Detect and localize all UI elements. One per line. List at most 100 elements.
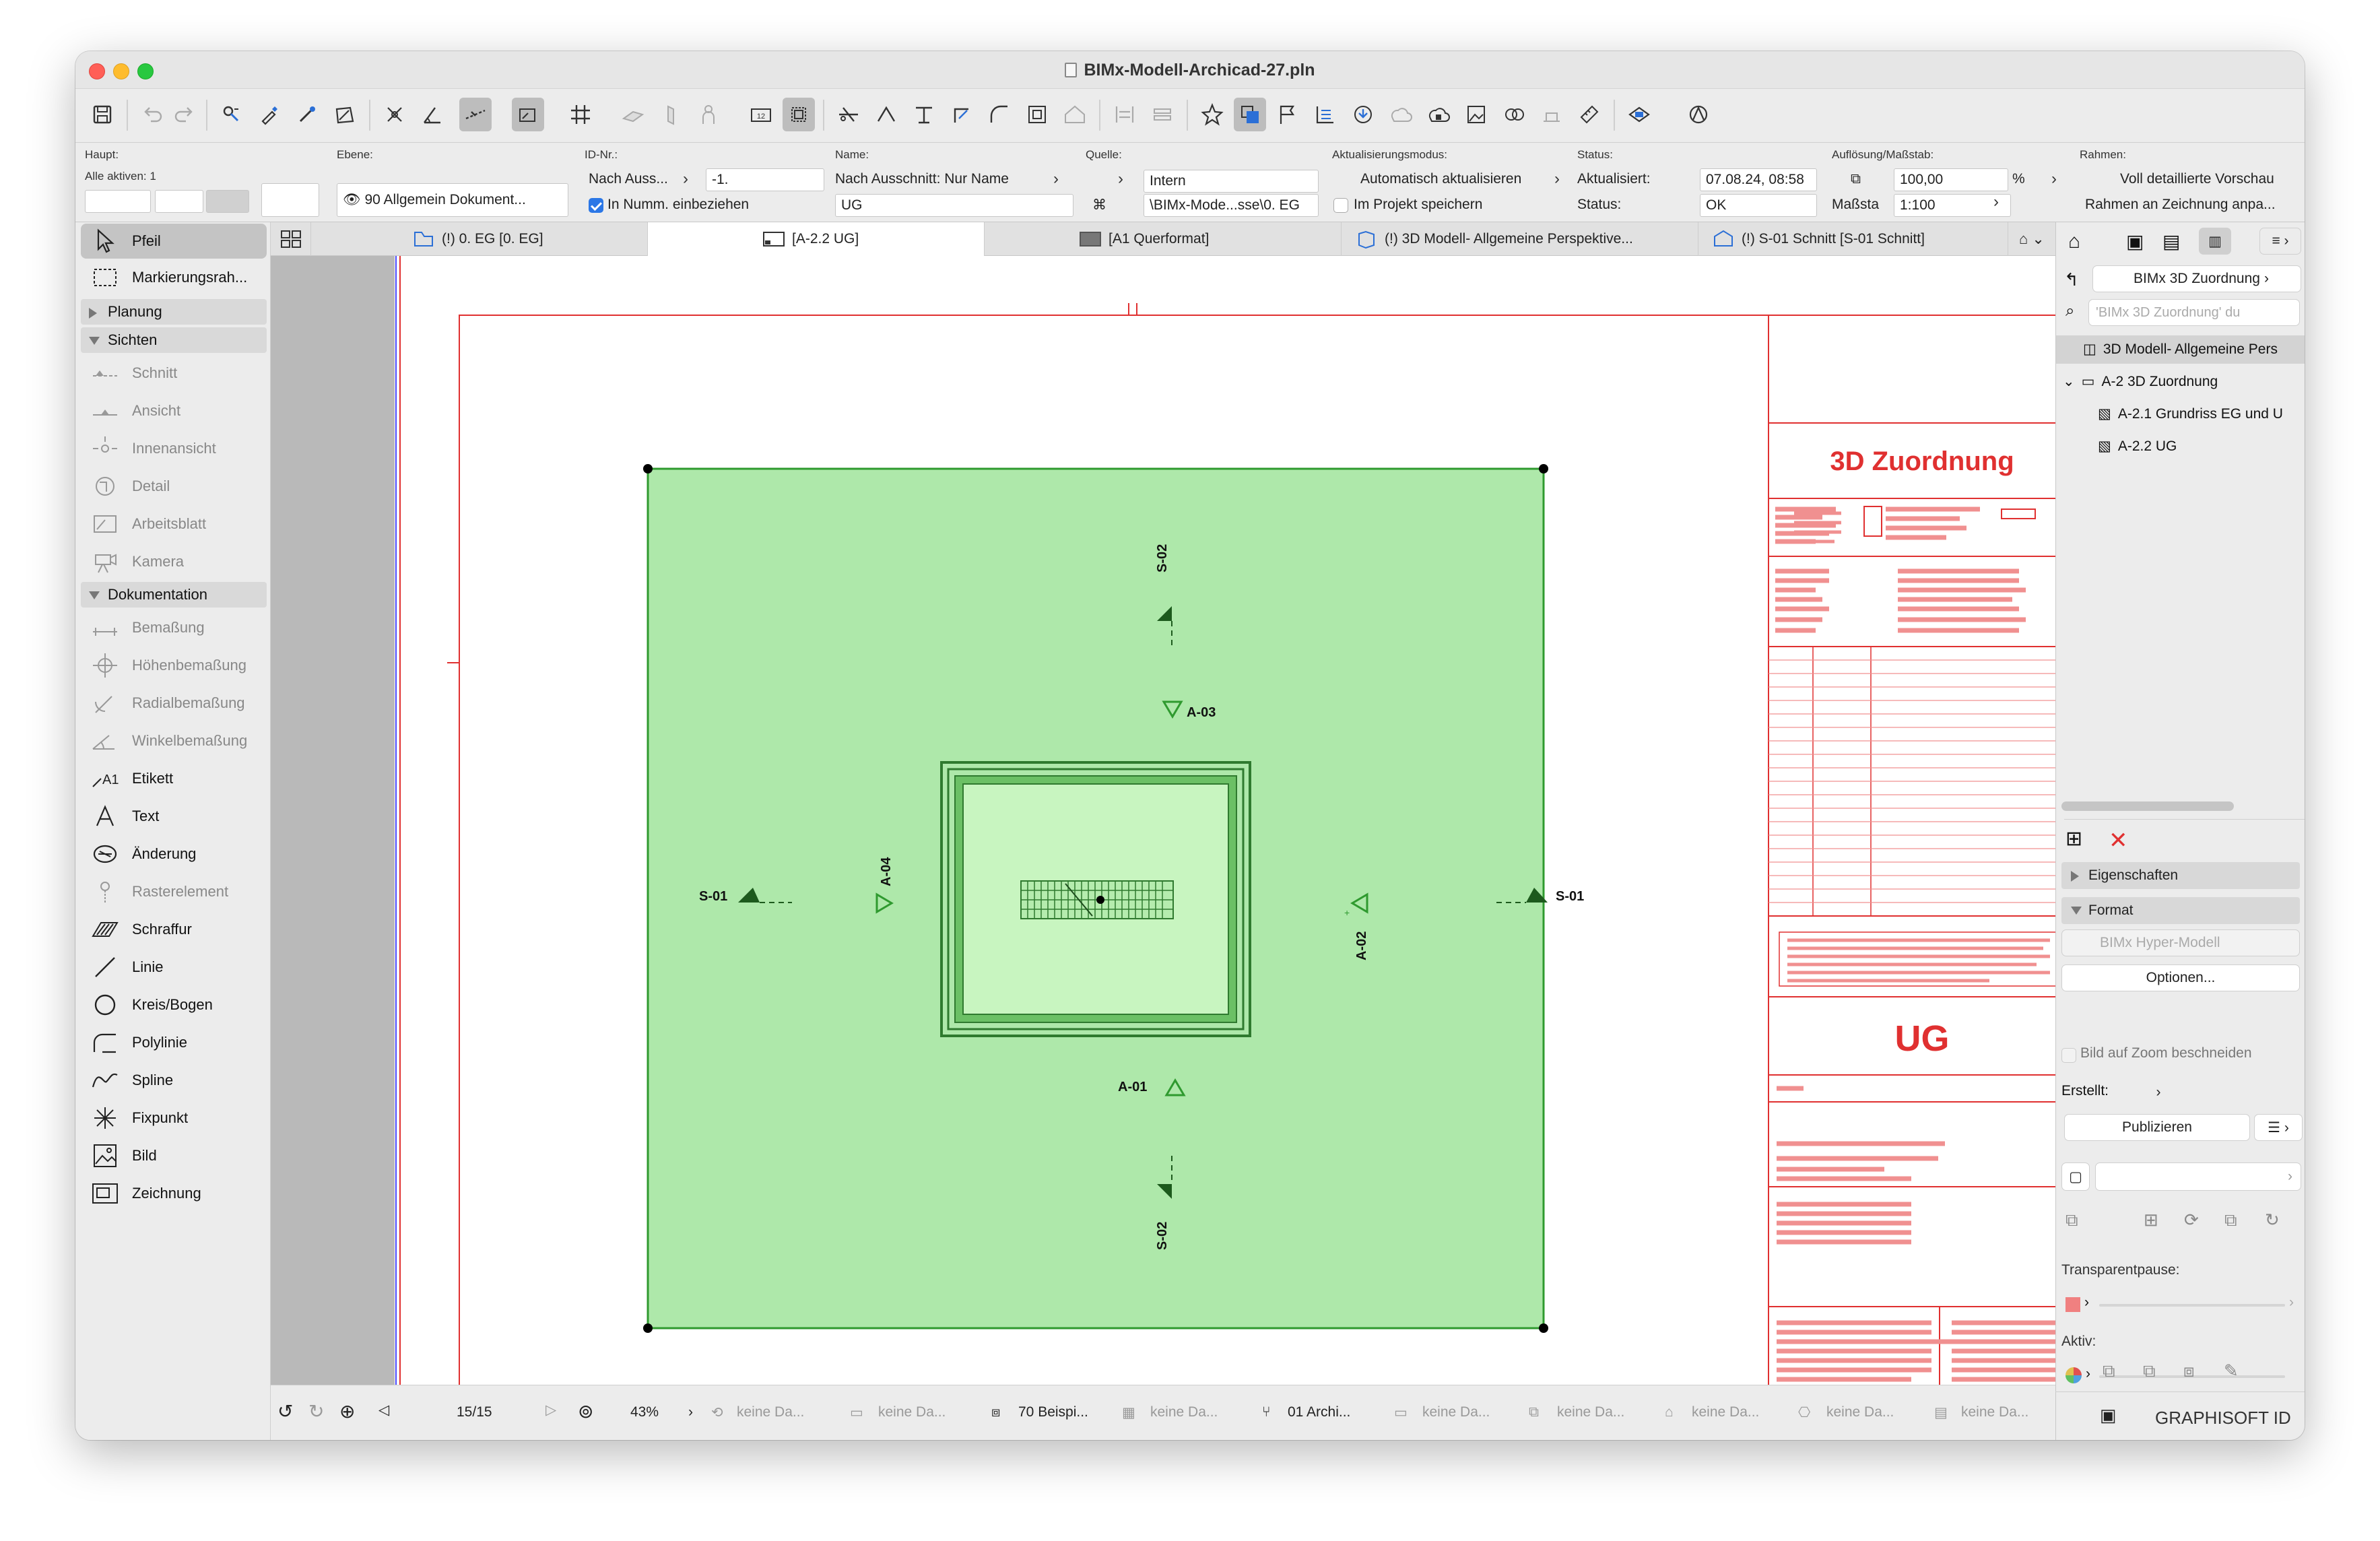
find-select-icon[interactable] bbox=[216, 98, 248, 131]
layer-combination-icon[interactable] bbox=[1234, 98, 1266, 131]
layout-settings-icon[interactable]: ▢ bbox=[2061, 1162, 2090, 1191]
trim-icon[interactable] bbox=[832, 98, 865, 131]
marquee-mode-button[interactable] bbox=[155, 190, 203, 213]
publisher-set-dropdown[interactable]: BIMx 3D Zuordnung › bbox=[2092, 265, 2301, 292]
structure-value[interactable]: keine Da... bbox=[1826, 1404, 1894, 1420]
tool-polylinie[interactable]: Polylinie bbox=[81, 1025, 267, 1060]
copy-icon[interactable]: ⧉ bbox=[2143, 1360, 2156, 1382]
transparency-slider[interactable] bbox=[2099, 1304, 2285, 1307]
transparent-color-swatch[interactable] bbox=[2065, 1297, 2080, 1312]
redo-zoom-icon[interactable]: ↻ bbox=[308, 1400, 324, 1422]
in-numm-checkbox[interactable] bbox=[589, 198, 603, 213]
tab-overview-icon[interactable] bbox=[271, 222, 311, 256]
chevron-right-icon[interactable]: › bbox=[2149, 1079, 2168, 1106]
collaborate-icon[interactable] bbox=[1535, 98, 1568, 131]
tool-ansicht[interactable]: Ansicht bbox=[81, 393, 267, 428]
publizieren-button[interactable]: Publizieren bbox=[2064, 1114, 2250, 1141]
rahmen-anpassen-dropdown[interactable]: Rahmen an Zeichnung anpa... bbox=[2085, 197, 2276, 213]
tab-list-dropdown[interactable]: ⌂ ⌄ bbox=[2008, 222, 2055, 256]
layer-field[interactable]: 👁 90 Allgemein Dokument... bbox=[337, 183, 568, 217]
tree-item-a-2[interactable]: ⌄ ▭ A-2 3D Zuordnung bbox=[2063, 373, 2218, 390]
tool-arbeitsblatt[interactable]: Arbeitsblatt bbox=[81, 506, 267, 542]
graphisoft-id-label[interactable]: GRAPHISOFT ID bbox=[2155, 1408, 2291, 1429]
tool-text[interactable]: Text bbox=[81, 799, 267, 834]
adjust-icon[interactable] bbox=[908, 98, 940, 131]
save-icon[interactable] bbox=[86, 98, 119, 131]
id-mode-dropdown[interactable]: Nach Auss... bbox=[589, 171, 668, 187]
override-value[interactable]: keine Da... bbox=[1557, 1404, 1624, 1420]
schedule-icon[interactable] bbox=[1309, 98, 1342, 131]
dimension-12-icon[interactable]: 12 bbox=[745, 98, 777, 131]
tool-hoehenbemassung[interactable]: Höhenbemaßung bbox=[81, 648, 267, 683]
rotate-mode-button[interactable] bbox=[206, 190, 249, 213]
tab-s-01-schnitt[interactable]: (!) S-01 Schnitt [S-01 Schnitt] bbox=[1698, 222, 2008, 256]
navigator-back-icon[interactable]: ↰ bbox=[2064, 269, 2079, 290]
tool-aenderung[interactable]: Änderung bbox=[81, 837, 267, 872]
edit-icon[interactable]: ✎ bbox=[2224, 1360, 2239, 1381]
name-mode-dropdown[interactable]: Nach Ausschnitt: Nur Name bbox=[835, 171, 1009, 187]
tool-zeichnung[interactable]: Zeichnung bbox=[81, 1176, 267, 1211]
tool-pfeil[interactable]: Pfeil bbox=[81, 224, 267, 259]
eyedropper-icon[interactable] bbox=[253, 98, 286, 131]
tab-a-2-2-ug[interactable]: [A-2.2 UG] bbox=[648, 222, 985, 256]
tool-innenansicht[interactable]: Innenansicht bbox=[81, 431, 267, 466]
layout-canvas[interactable]: S-02 A-03 S-01 A-04 A-02 S-01 A-01 S-02 … bbox=[271, 256, 2055, 1385]
section-eigenschaften[interactable]: Eigenschaften bbox=[2061, 862, 2300, 889]
render-icon[interactable] bbox=[1682, 98, 1715, 131]
graphisoft-id-icon[interactable]: ▣ bbox=[2100, 1405, 2117, 1426]
tree-item-a-2-2[interactable]: ▧ A-2.2 UG bbox=[2098, 438, 2177, 455]
flag-icon[interactable] bbox=[1271, 98, 1304, 131]
roof-icon[interactable] bbox=[1059, 98, 1091, 131]
optionen-button[interactable]: Optionen... bbox=[2061, 964, 2300, 991]
tool-bild[interactable]: Bild bbox=[81, 1138, 267, 1173]
layer-combination-value[interactable]: 70 Beispi... bbox=[1018, 1404, 1088, 1420]
teamwork-icon[interactable] bbox=[1385, 98, 1417, 131]
zoom-level[interactable]: 43% bbox=[630, 1404, 659, 1420]
quelle-path-field[interactable]: \BIMx-Mode...sse\0. EG bbox=[1144, 194, 1319, 217]
previous-page-icon[interactable]: ◁ bbox=[378, 1402, 389, 1418]
align-icon[interactable] bbox=[1146, 98, 1179, 131]
add-item-icon[interactable]: ⊞ bbox=[2065, 827, 2082, 851]
group-sichten[interactable]: Sichten bbox=[81, 327, 267, 353]
section-plane-icon[interactable] bbox=[655, 98, 687, 131]
aktualisierungsmodus-dropdown[interactable]: Automatisch aktualisieren bbox=[1360, 171, 1521, 187]
tab-a1-querformat[interactable]: [A1 Querformat] bbox=[985, 222, 1342, 256]
update-icon[interactable]: ⧉ bbox=[2224, 1210, 2237, 1231]
tab-3d-modell[interactable]: (!) 3D Modell- Allgemeine Perspektive... bbox=[1342, 222, 1698, 256]
tool-detail[interactable]: Detail bbox=[81, 469, 267, 504]
tool-fixpunkt[interactable]: Fixpunkt bbox=[81, 1101, 267, 1136]
new-view-icon[interactable]: ⊞ bbox=[2144, 1210, 2158, 1231]
next-page-icon[interactable]: ▷ bbox=[546, 1402, 556, 1418]
quelle-value-field[interactable]: Intern bbox=[1144, 170, 1319, 193]
tool-radialbemassung[interactable]: Radialbemaßung bbox=[81, 686, 267, 721]
navigator-search-input[interactable]: 'BIMx 3D Zuordnung' du bbox=[2088, 299, 2300, 326]
tool-markierungsrahmen[interactable]: Markierungsrah... bbox=[81, 260, 267, 295]
group-planung[interactable]: Planung bbox=[81, 299, 267, 325]
dimension-style-value[interactable]: keine Da... bbox=[1961, 1404, 2028, 1420]
snap-icon[interactable] bbox=[378, 98, 411, 131]
mep-icon[interactable] bbox=[1498, 98, 1530, 131]
undo-icon[interactable] bbox=[136, 98, 168, 131]
tool-kamera[interactable]: Kamera bbox=[81, 544, 267, 579]
angle-icon[interactable] bbox=[416, 98, 449, 131]
zoom-in-icon[interactable]: ⊕ bbox=[339, 1400, 355, 1422]
section-format[interactable]: Format bbox=[2061, 897, 2300, 924]
tree-item-a-2-1[interactable]: ▧ A-2.1 Grundriss EG und U bbox=[2098, 405, 2283, 422]
magic-wand-icon[interactable] bbox=[329, 98, 361, 131]
person-icon[interactable] bbox=[692, 98, 725, 131]
undo-zoom-icon[interactable]: ↺ bbox=[277, 1400, 293, 1422]
group-dokumentation[interactable]: Dokumentation bbox=[81, 582, 267, 608]
view-map-icon[interactable]: ▣ bbox=[2126, 230, 2144, 253]
refresh-icon[interactable]: ↻ bbox=[2265, 1210, 2280, 1231]
fillet-icon[interactable] bbox=[983, 98, 1016, 131]
snap-grid-icon[interactable] bbox=[512, 98, 544, 131]
redefine-icon[interactable]: ⟳ bbox=[2184, 1210, 2199, 1231]
group-icon[interactable] bbox=[783, 98, 815, 131]
arrow-tool-button[interactable] bbox=[261, 183, 319, 217]
intersect-icon[interactable] bbox=[946, 98, 978, 131]
tool-rasterelement[interactable]: Rasterelement bbox=[81, 874, 267, 909]
plane-icon[interactable] bbox=[617, 98, 649, 131]
grid-icon[interactable] bbox=[564, 98, 597, 131]
model-view-value[interactable]: keine Da... bbox=[1422, 1404, 1490, 1420]
pen-set-value[interactable]: 01 Archi... bbox=[1288, 1404, 1350, 1420]
